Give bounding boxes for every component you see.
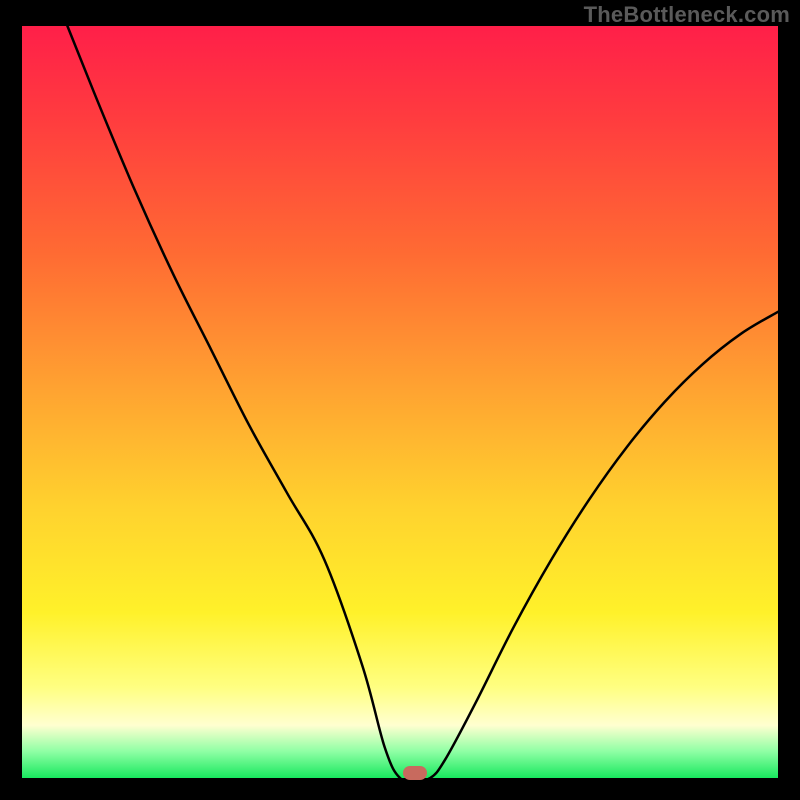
optimum-marker	[403, 766, 427, 780]
plot-area	[22, 26, 778, 778]
bottleneck-curve	[22, 26, 778, 778]
chart-frame: TheBottleneck.com	[0, 0, 800, 800]
watermark-text: TheBottleneck.com	[584, 2, 790, 28]
